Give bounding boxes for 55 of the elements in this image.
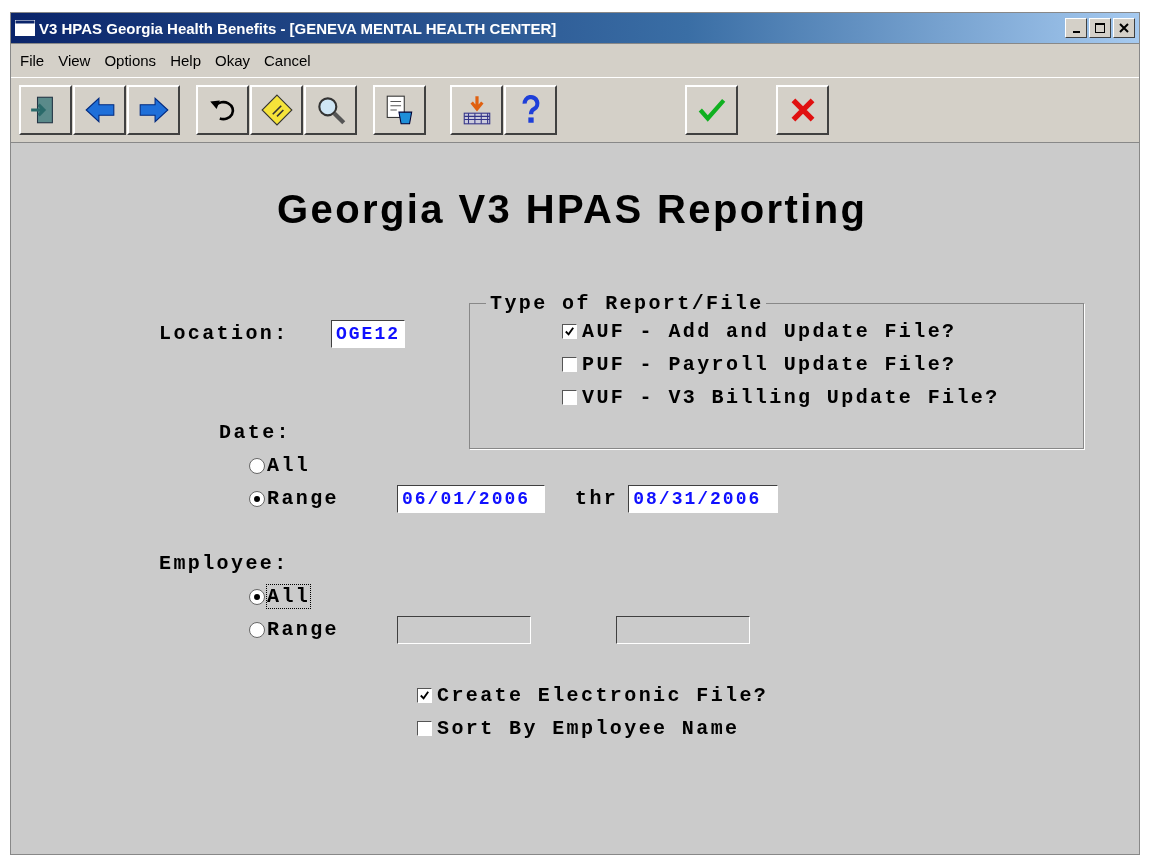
- checkbox[interactable]: [562, 390, 577, 405]
- radio-button[interactable]: [249, 490, 265, 507]
- menu-item[interactable]: Okay: [208, 51, 257, 69]
- menu-item[interactable]: File: [13, 51, 52, 69]
- radio-button[interactable]: [249, 621, 265, 638]
- toolbar-button[interactable]: [127, 85, 180, 135]
- maximize-icon: [1094, 22, 1106, 34]
- checkbox[interactable]: [562, 357, 577, 372]
- toolbar-button[interactable]: [73, 85, 126, 135]
- location-field[interactable]: OGE12: [331, 319, 405, 348]
- date-field[interactable]: 06/01/2006: [397, 484, 545, 513]
- toolbar-button[interactable]: [685, 85, 738, 135]
- window-icon: [15, 20, 35, 36]
- toolbar-button[interactable]: [504, 85, 557, 135]
- field-label: Location:: [159, 322, 290, 345]
- diamond-sign-icon: [259, 93, 294, 127]
- checkbox-label: Sort By Employee Name: [437, 717, 740, 740]
- minimize-icon: [1072, 30, 1080, 33]
- radio-label: Range: [267, 487, 339, 510]
- minimize-button[interactable]: [1065, 18, 1087, 38]
- checkbox-label: VUF - V3 Billing Update File?: [582, 386, 1000, 409]
- input-field[interactable]: [616, 615, 750, 644]
- toolbar-button[interactable]: [373, 85, 426, 135]
- group-title: Type of Report/File: [489, 292, 765, 315]
- radio-label: All: [267, 454, 311, 477]
- toolbar-button[interactable]: [776, 85, 829, 135]
- maximize-button[interactable]: [1089, 18, 1111, 38]
- radio-button[interactable]: [249, 457, 265, 474]
- checkbox[interactable]: [417, 721, 432, 736]
- close-icon: [1118, 22, 1130, 34]
- checkbox-label: Create Electronic File?: [437, 684, 769, 707]
- window-title: V3 HPAS Georgia Health Benefits - [GENEVA MENTAL HEALTH CENTER]: [39, 19, 558, 37]
- menu-item[interactable]: Cancel: [257, 51, 318, 69]
- input-field[interactable]: [397, 615, 531, 644]
- field-label: thr: [575, 487, 619, 510]
- close-button[interactable]: [1113, 18, 1135, 38]
- toolbar-button[interactable]: [304, 85, 357, 135]
- menu-item[interactable]: View: [51, 51, 98, 69]
- toolbar-button[interactable]: [450, 85, 503, 135]
- checkbox[interactable]: [562, 324, 577, 339]
- page-heading: Georgia V3 HPAS Reporting: [277, 187, 868, 232]
- toolbar-button[interactable]: [196, 85, 249, 135]
- checkbox-label: AUF - Add and Update File?: [582, 320, 957, 343]
- radio-button[interactable]: [249, 588, 265, 605]
- field-label: Employee:: [159, 552, 289, 575]
- checkbox[interactable]: [417, 688, 432, 703]
- date-field[interactable]: 08/31/2006: [628, 484, 779, 513]
- checkbox-label: PUF - Payroll Update File?: [582, 353, 957, 376]
- radio-label: Range: [267, 618, 339, 641]
- toolbar-button[interactable]: [250, 85, 303, 135]
- menu-item[interactable]: Help: [163, 51, 208, 69]
- menu-item[interactable]: Options: [97, 51, 164, 69]
- toolbar-button[interactable]: [19, 85, 72, 135]
- radio-label: All: [267, 585, 311, 608]
- field-label: Date:: [219, 421, 291, 444]
